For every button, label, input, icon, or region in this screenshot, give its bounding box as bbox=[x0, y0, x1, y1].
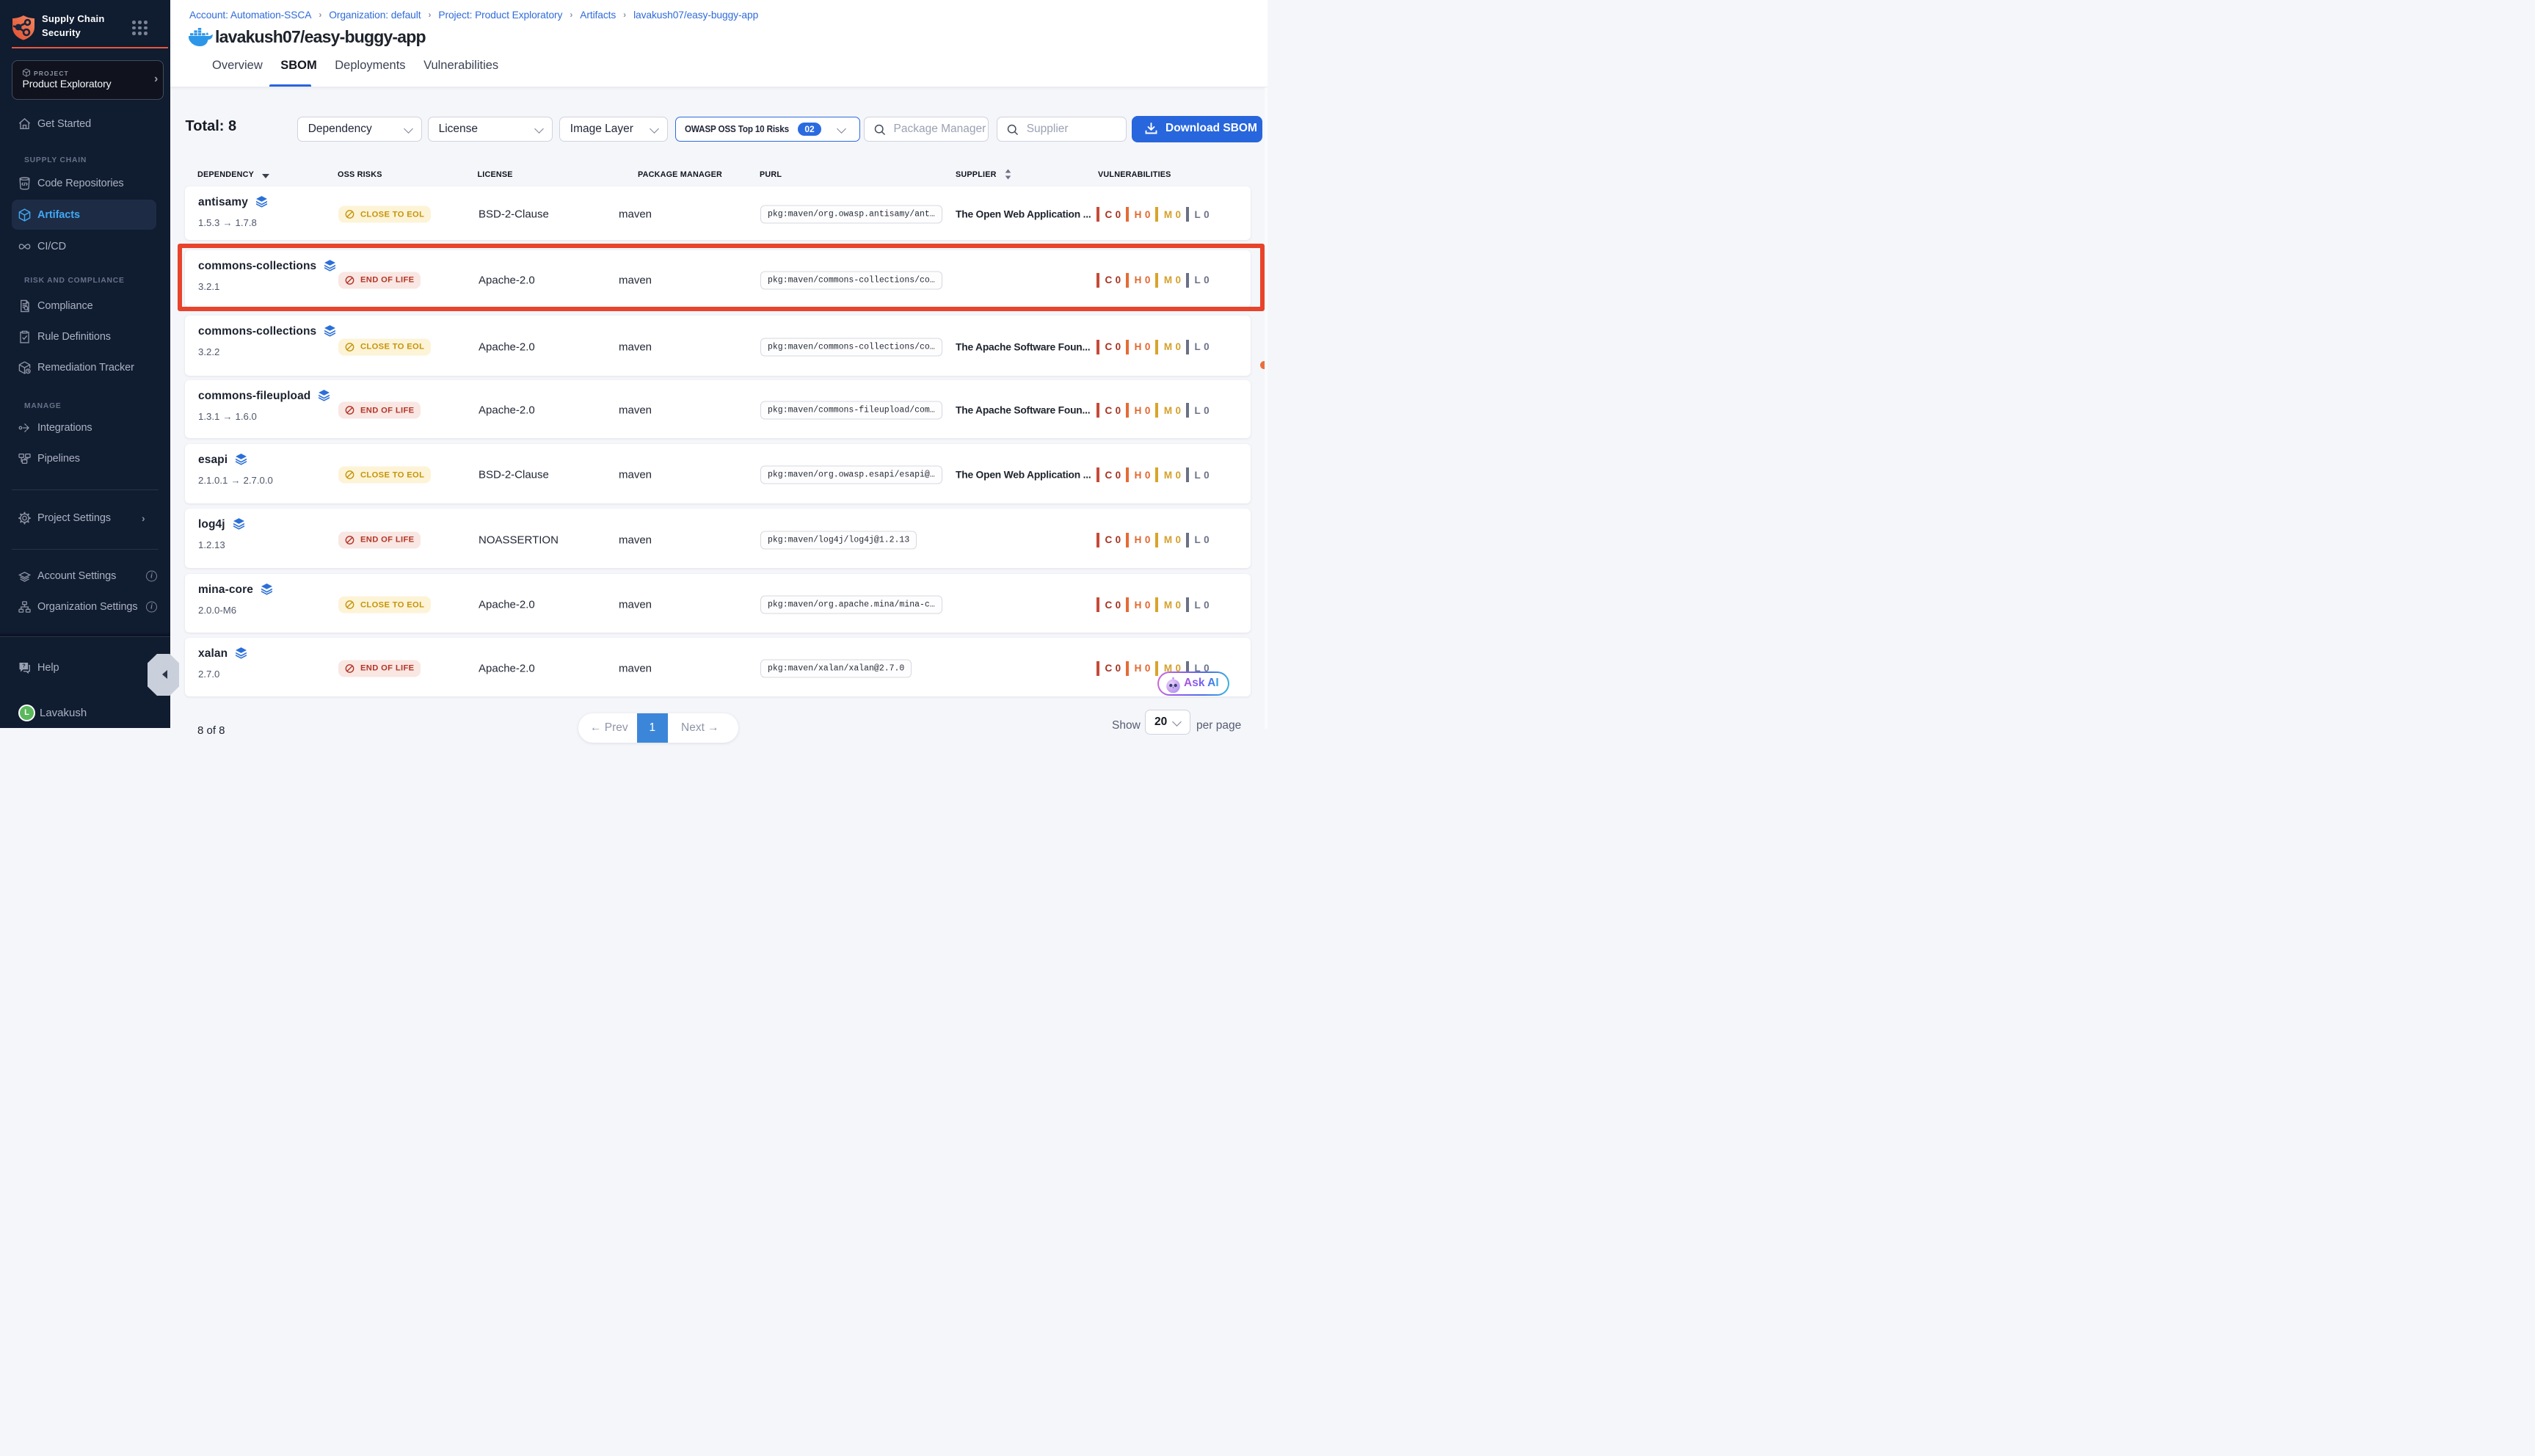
svg-text:?: ? bbox=[22, 663, 25, 669]
